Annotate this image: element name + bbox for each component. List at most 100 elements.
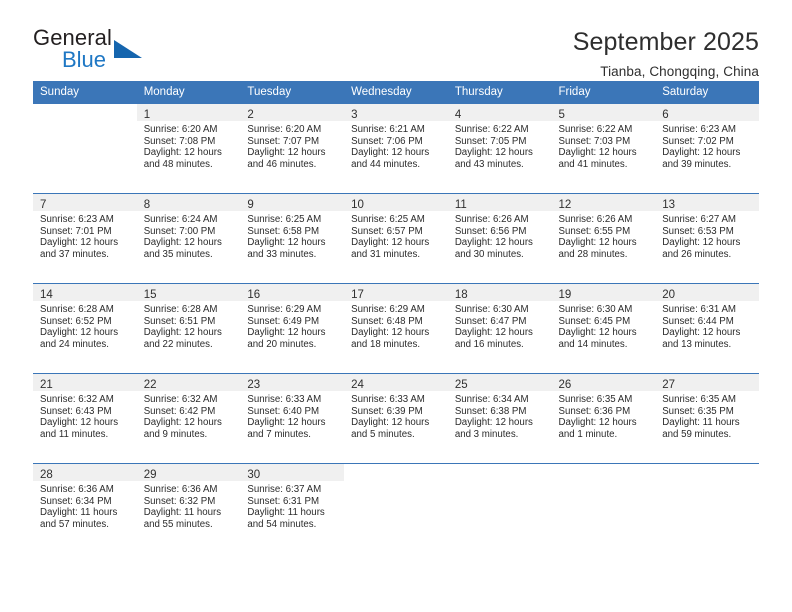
day-detail-line: and 37 minutes.	[40, 248, 109, 260]
day-number-bar: 8	[136, 194, 241, 211]
day-number-bar	[552, 464, 656, 481]
calendar-day-cell[interactable]: 8 Sunrise: 6:24 AM Sunset: 7:00 PM Daylight…	[136, 193, 241, 284]
general-blue-logo[interactable]: General Blue	[33, 27, 163, 79]
day-detail-line: Daylight: 12 hours	[40, 237, 119, 249]
day-detail-line: and 46 minutes.	[247, 158, 317, 170]
day-details: Sunrise: 6:29 AM Sunset: 6:49 PM Daylight:…	[240, 301, 344, 350]
day-detail-line: and 57 minutes.	[40, 518, 109, 530]
day-detail-line: Sunrise: 6:36 AM	[40, 484, 114, 495]
day-detail-line: Sunrise: 6:26 AM	[558, 214, 633, 225]
day-number-bar: 15	[136, 284, 241, 301]
day-detail-line: Sunset: 7:06 PM	[351, 135, 423, 147]
calendar-day-cell[interactable]: 14 Sunrise: 6:28 AM Sunset: 6:52 PM Dayligh…	[33, 283, 137, 374]
calendar-day-cell[interactable]: 23 Sunrise: 6:33 AM Sunset: 6:40 PM Dayligh…	[240, 373, 345, 464]
day-number: 13	[662, 199, 676, 211]
calendar-day-cell[interactable]: 26 Sunrise: 6:35 AM Sunset: 6:36 PM Dayligh…	[551, 373, 656, 464]
calendar-day-cell[interactable]: 20 Sunrise: 6:31 AM Sunset: 6:44 PM Dayligh…	[655, 283, 759, 374]
day-number: 28	[40, 469, 53, 481]
day-detail-line: and 16 minutes.	[454, 338, 524, 350]
day-cell-content: 16 Sunrise: 6:29 AM Sunset: 6:49 PM Dayligh…	[240, 284, 345, 373]
calendar-day-cell[interactable]: 24 Sunrise: 6:33 AM Sunset: 6:39 PM Dayligh…	[344, 373, 448, 464]
day-detail-line: Sunrise: 6:33 AM	[247, 394, 322, 405]
weekday-header-saturday: Saturday	[655, 81, 759, 104]
calendar-day-cell[interactable]: 11 Sunrise: 6:26 AM Sunset: 6:56 PM Dayligh…	[447, 193, 552, 284]
day-cell-content: 3 Sunrise: 6:21 AM Sunset: 7:06 PM Daylight…	[344, 104, 448, 193]
day-detail-line: Sunset: 6:34 PM	[40, 495, 112, 507]
calendar-week-row: 7 Sunrise: 6:23 AM Sunset: 7:01 PM Daylight…	[33, 193, 759, 284]
day-detail-line: and 1 minute.	[558, 428, 618, 440]
day-details	[552, 481, 656, 484]
day-detail-line: Sunrise: 6:28 AM	[40, 304, 114, 315]
triangle-icon	[114, 40, 142, 58]
day-detail-line: Sunset: 6:55 PM	[558, 225, 631, 237]
day-detail-line: and 20 minutes.	[247, 338, 317, 350]
day-detail-line: Sunset: 6:51 PM	[143, 315, 216, 327]
calendar-day-cell[interactable]: 18 Sunrise: 6:30 AM Sunset: 6:47 PM Dayligh…	[447, 283, 552, 374]
calendar-day-cell[interactable]: 5 Sunrise: 6:22 AM Sunset: 7:03 PM Daylight…	[551, 104, 656, 194]
calendar-day-cell[interactable]: 15 Sunrise: 6:28 AM Sunset: 6:51 PM Dayligh…	[136, 283, 241, 374]
day-detail-line: Sunset: 6:38 PM	[454, 405, 527, 417]
calendar-day-cell[interactable]: 28 Sunrise: 6:36 AM Sunset: 6:34 PM Dayligh…	[33, 463, 137, 553]
calendar-day-cell[interactable]: 19 Sunrise: 6:30 AM Sunset: 6:45 PM Dayligh…	[551, 283, 656, 374]
day-detail-line: Daylight: 12 hours	[558, 417, 637, 429]
day-detail-line: and 13 minutes.	[662, 338, 732, 350]
day-detail-line: and 44 minutes.	[351, 158, 421, 170]
page-subtitle: Tianba, Chongqing, China	[600, 63, 759, 79]
day-detail-line: Sunrise: 6:32 AM	[143, 394, 218, 405]
day-number-bar: 16	[240, 284, 345, 301]
calendar-day-cell[interactable]: 2 Sunrise: 6:20 AM Sunset: 7:07 PM Daylight…	[240, 104, 345, 194]
day-detail-line: Sunrise: 6:22 AM	[454, 124, 529, 135]
calendar-day-cell[interactable]: 29 Sunrise: 6:36 AM Sunset: 6:32 PM Dayligh…	[136, 463, 241, 553]
day-number-bar: 17	[344, 284, 448, 301]
calendar-day-cell[interactable]: 12 Sunrise: 6:26 AM Sunset: 6:55 PM Dayligh…	[551, 193, 656, 284]
day-details: Sunrise: 6:24 AM Sunset: 7:00 PM Daylight:…	[137, 211, 241, 260]
calendar-day-cell[interactable]: 22 Sunrise: 6:32 AM Sunset: 6:42 PM Dayligh…	[136, 373, 241, 464]
day-details: Sunrise: 6:32 AM Sunset: 6:42 PM Daylight:…	[137, 391, 241, 440]
day-details: Sunrise: 6:28 AM Sunset: 6:51 PM Daylight:…	[137, 301, 241, 350]
day-cell-content: 23 Sunrise: 6:33 AM Sunset: 6:40 PM Dayligh…	[240, 374, 345, 463]
day-number-bar: 18	[447, 284, 552, 301]
calendar-day-cell[interactable]: 7 Sunrise: 6:23 AM Sunset: 7:01 PM Daylight…	[33, 193, 137, 284]
day-details: Sunrise: 6:23 AM Sunset: 7:01 PM Daylight:…	[33, 211, 137, 260]
logo-text-blue: Blue	[62, 47, 107, 72]
day-detail-line: Daylight: 12 hours	[454, 237, 533, 249]
day-number-bar	[33, 104, 137, 121]
calendar-day-cell[interactable]: 21 Sunrise: 6:32 AM Sunset: 6:43 PM Dayligh…	[33, 373, 137, 464]
day-cell-content: 19 Sunrise: 6:30 AM Sunset: 6:45 PM Dayligh…	[551, 284, 656, 373]
day-number-bar: 1	[136, 104, 241, 121]
day-cell-content: 9 Sunrise: 6:25 AM Sunset: 6:58 PM Daylight…	[240, 194, 345, 283]
day-detail-line: Daylight: 12 hours	[351, 417, 430, 429]
day-detail-line: Daylight: 12 hours	[558, 237, 637, 249]
day-detail-line: and 22 minutes.	[143, 338, 213, 350]
day-cell-content: 18 Sunrise: 6:30 AM Sunset: 6:47 PM Dayligh…	[447, 284, 552, 373]
calendar-week-row: 14 Sunrise: 6:28 AM Sunset: 6:52 PM Dayligh…	[33, 283, 759, 374]
calendar-day-cell[interactable]: 6 Sunrise: 6:23 AM Sunset: 7:02 PM Daylight…	[655, 104, 759, 194]
weekday-header-wednesday: Wednesday	[344, 81, 448, 104]
calendar-day-cell[interactable]: 13 Sunrise: 6:27 AM Sunset: 6:53 PM Dayligh…	[655, 193, 759, 284]
day-detail-line: Sunset: 6:31 PM	[247, 495, 320, 507]
calendar-day-cell[interactable]: 10 Sunrise: 6:25 AM Sunset: 6:57 PM Dayligh…	[344, 193, 448, 284]
day-detail-line: and 11 minutes.	[40, 428, 109, 440]
day-details: Sunrise: 6:31 AM Sunset: 6:44 PM Daylight:…	[655, 301, 759, 350]
calendar-day-cell[interactable]: 1 Sunrise: 6:20 AM Sunset: 7:08 PM Daylight…	[136, 104, 241, 194]
calendar-day-cell[interactable]: 30 Sunrise: 6:37 AM Sunset: 6:31 PM Dayligh…	[240, 463, 345, 553]
day-cell-content	[552, 464, 656, 553]
calendar-day-cell[interactable]: 25 Sunrise: 6:34 AM Sunset: 6:38 PM Dayligh…	[447, 373, 552, 464]
calendar-day-cell[interactable]: 27 Sunrise: 6:35 AM Sunset: 6:35 PM Dayligh…	[655, 373, 759, 464]
day-detail-line: Sunrise: 6:26 AM	[454, 214, 529, 225]
day-number: 25	[454, 379, 468, 391]
calendar-day-cell[interactable]: 16 Sunrise: 6:29 AM Sunset: 6:49 PM Dayligh…	[240, 283, 345, 374]
calendar-day-cell	[447, 463, 552, 553]
calendar-day-cell[interactable]: 3 Sunrise: 6:21 AM Sunset: 7:06 PM Daylight…	[344, 104, 448, 194]
day-details: Sunrise: 6:26 AM Sunset: 6:56 PM Daylight:…	[448, 211, 552, 260]
day-number: 4	[454, 109, 462, 121]
calendar-day-cell[interactable]: 9 Sunrise: 6:25 AM Sunset: 6:58 PM Daylight…	[240, 193, 345, 284]
day-cell-content: 10 Sunrise: 6:25 AM Sunset: 6:57 PM Dayligh…	[344, 194, 448, 283]
calendar-day-cell[interactable]: 17 Sunrise: 6:29 AM Sunset: 6:48 PM Dayligh…	[344, 283, 448, 374]
calendar-day-cell[interactable]: 4 Sunrise: 6:22 AM Sunset: 7:05 PM Daylight…	[447, 104, 552, 194]
day-detail-line: and 35 minutes.	[143, 248, 213, 260]
day-detail-line: Daylight: 11 hours	[143, 507, 222, 519]
calendar-day-cell	[551, 463, 656, 553]
day-detail-line: Daylight: 12 hours	[662, 147, 741, 159]
day-number-bar: 7	[33, 194, 137, 211]
